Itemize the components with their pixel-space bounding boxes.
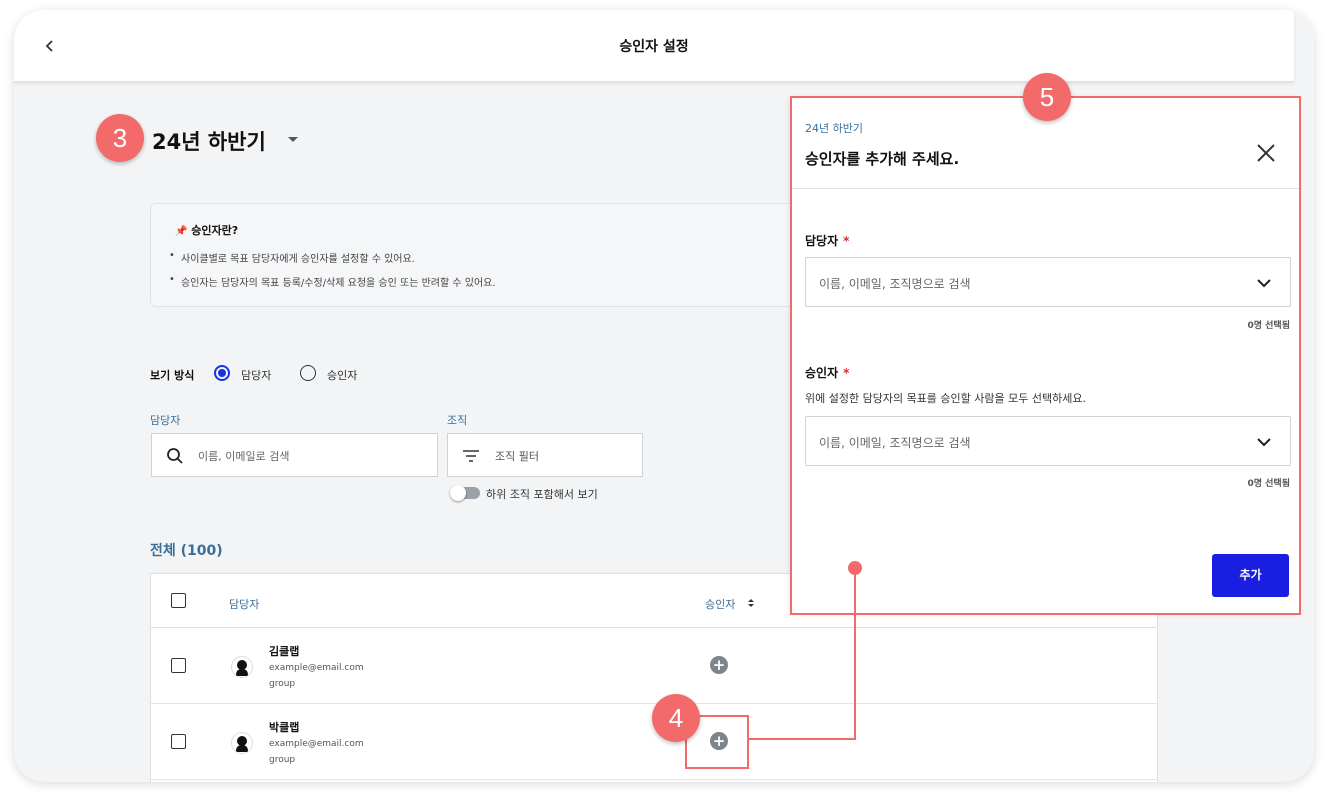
assignee-search-input[interactable]: 이름, 이메일로 검색 [151,433,438,477]
plus-circle-icon[interactable]: + [710,656,728,674]
top-bar: 승인자 설정 [14,10,1294,82]
table-row: 김클랩 example@email.com group + [151,628,1157,704]
row-group: group [269,679,296,689]
pin-icon: 📌 [175,226,188,237]
sort-icon[interactable] [747,597,755,609]
page-title: 승인자 설정 [619,39,689,55]
view-mode-label: 보기 방식 [150,369,195,382]
column-assignee: 담당자 [229,598,260,611]
avatar-icon [231,656,253,678]
include-sub-org-label: 하위 조직 포함해서 보기 [486,488,598,501]
row-checkbox[interactable] [171,658,186,673]
row-name: 김클랩 [269,645,300,658]
org-filter-button[interactable]: 조직 필터 [447,433,643,477]
connector-line [854,567,856,740]
search-placeholder: 이름, 이메일로 검색 [198,450,290,463]
org-filter-placeholder: 조직 필터 [495,450,539,463]
radio-assignee-label[interactable]: 담당자 [241,367,271,383]
row-email: example@email.com [269,739,364,749]
caret-down-icon[interactable] [288,137,298,142]
info-title: 📌 승인자란? [175,224,239,237]
row-email: example@email.com [269,663,364,673]
step-badge-5: 5 [1023,73,1071,121]
avatar-icon [231,732,253,754]
highlight-panel-outline [790,96,1301,615]
app-window: 승인자 설정 24년 하반기 📌 승인자란? 사이클별로 목표 담당자에게 승인… [14,10,1314,782]
filter-icon [463,450,479,462]
radio-assignee[interactable] [214,365,230,381]
search-icon [167,448,183,464]
radio-approver[interactable] [300,365,316,381]
include-sub-org-toggle[interactable] [450,485,480,501]
radio-approver-label[interactable]: 승인자 [327,367,357,383]
column-approver[interactable]: 승인자 [705,596,735,612]
step-badge-4: 4 [652,694,700,742]
period-selector[interactable]: 24년 하반기 [152,126,266,156]
assignee-filter-label: 담당자 [150,414,181,427]
row-checkbox[interactable] [171,734,186,749]
step-badge-3: 3 [96,114,144,162]
total-count: 전체 (100) [150,543,223,559]
row-name: 박클랩 [269,721,300,734]
org-filter-label: 조직 [447,414,468,427]
connector-line [749,738,856,740]
info-line: 사이클별로 목표 담당자에게 승인자를 설정할 수 있어요. [169,250,415,265]
row-group: group [269,755,296,765]
info-line: 승인자는 담당자의 목표 등록/수정/삭제 요청을 승인 또는 반려할 수 있어… [169,274,496,289]
connector-dot [848,561,862,575]
info-box: 📌 승인자란? 사이클별로 목표 담당자에게 승인자를 설정할 수 있어요. 승… [150,203,810,307]
select-all-checkbox[interactable] [171,593,186,608]
